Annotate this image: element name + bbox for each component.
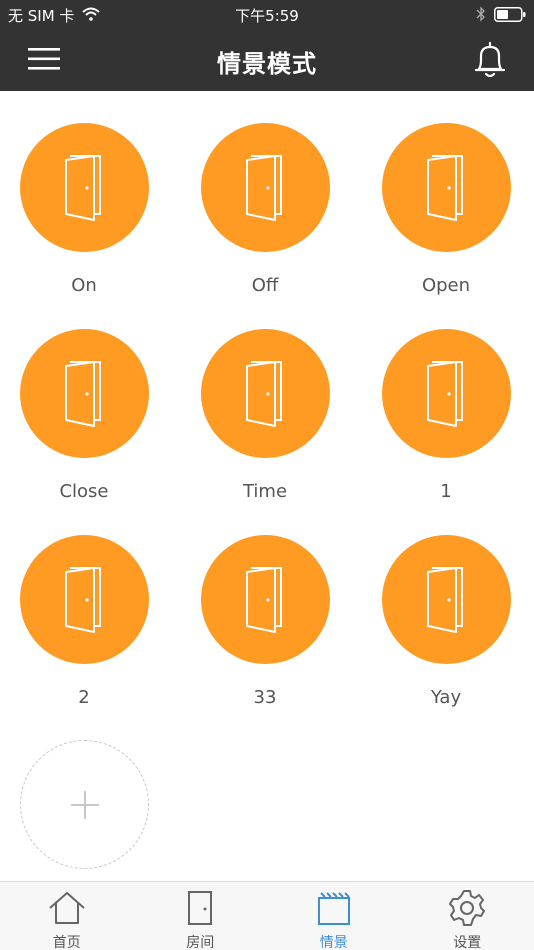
battery-icon [494,6,526,26]
scene-item[interactable]: Off [185,123,345,323]
scene-label: 1 [440,481,452,502]
tab-settings[interactable]: 设置 [401,882,534,950]
scene-circle [20,123,149,252]
status-time: 下午5:59 [235,7,299,25]
scene-circle [20,535,149,664]
door-icon [64,360,101,427]
scene-circle [382,329,511,458]
add-scene-button[interactable] [20,740,149,869]
scene-circle [201,329,330,458]
scene-circle [201,123,330,252]
status-bar: 无 SIM 卡 下午5:59 [0,0,534,30]
door-icon [426,154,463,221]
scene-item[interactable]: 1 [366,329,526,529]
scene-item[interactable]: Yay [366,535,526,735]
scene-label: 33 [253,687,277,708]
scene-circle [20,329,149,458]
scene-label: Time [242,481,288,502]
scene-grid: On Off Open Close Time 1 2 33 Yay [0,91,534,881]
room-door-icon [180,888,220,928]
tab-label: 首页 [52,935,81,950]
scene-label: Close [59,481,109,502]
tab-scenes[interactable]: 情景 [267,882,401,950]
scene-circle [201,535,330,664]
door-icon [426,566,463,633]
scene-icon [314,888,354,928]
scene-label: Off [251,275,279,296]
nav-bar: 情景模式 [0,30,534,91]
status-right [476,6,526,26]
scene-item[interactable]: Open [366,123,526,323]
door-icon [64,154,101,221]
tab-label: 房间 [186,935,215,950]
page-title: 情景模式 [217,50,317,78]
scene-circle [382,123,511,252]
header: 无 SIM 卡 下午5:59 情景模式 [0,0,534,91]
tab-rooms[interactable]: 房间 [134,882,268,950]
scene-item[interactable]: Time [185,329,345,529]
tab-label: 设置 [453,935,482,950]
door-icon [245,154,282,221]
scene-label: 2 [78,687,90,708]
plus-icon [70,790,99,819]
bluetooth-icon [476,6,486,26]
tab-home[interactable]: 首页 [0,882,134,950]
gear-icon [447,888,487,928]
scene-item[interactable]: 33 [185,535,345,735]
scene-item[interactable]: Close [4,329,164,529]
tab-bar: 首页 房间 情景 设置 [0,881,534,950]
notifications-button[interactable] [472,40,508,80]
scene-label: Open [421,275,471,296]
scene-item[interactable]: On [4,123,164,323]
door-icon [245,566,282,633]
home-icon [47,888,87,928]
scene-circle [382,535,511,664]
door-icon [64,566,101,633]
tab-label: 情景 [319,935,348,950]
door-icon [245,360,282,427]
scene-item[interactable]: 2 [4,535,164,735]
bell-icon [474,41,506,78]
door-icon [426,360,463,427]
scene-label: Yay [430,687,462,708]
scene-label: On [71,275,97,296]
